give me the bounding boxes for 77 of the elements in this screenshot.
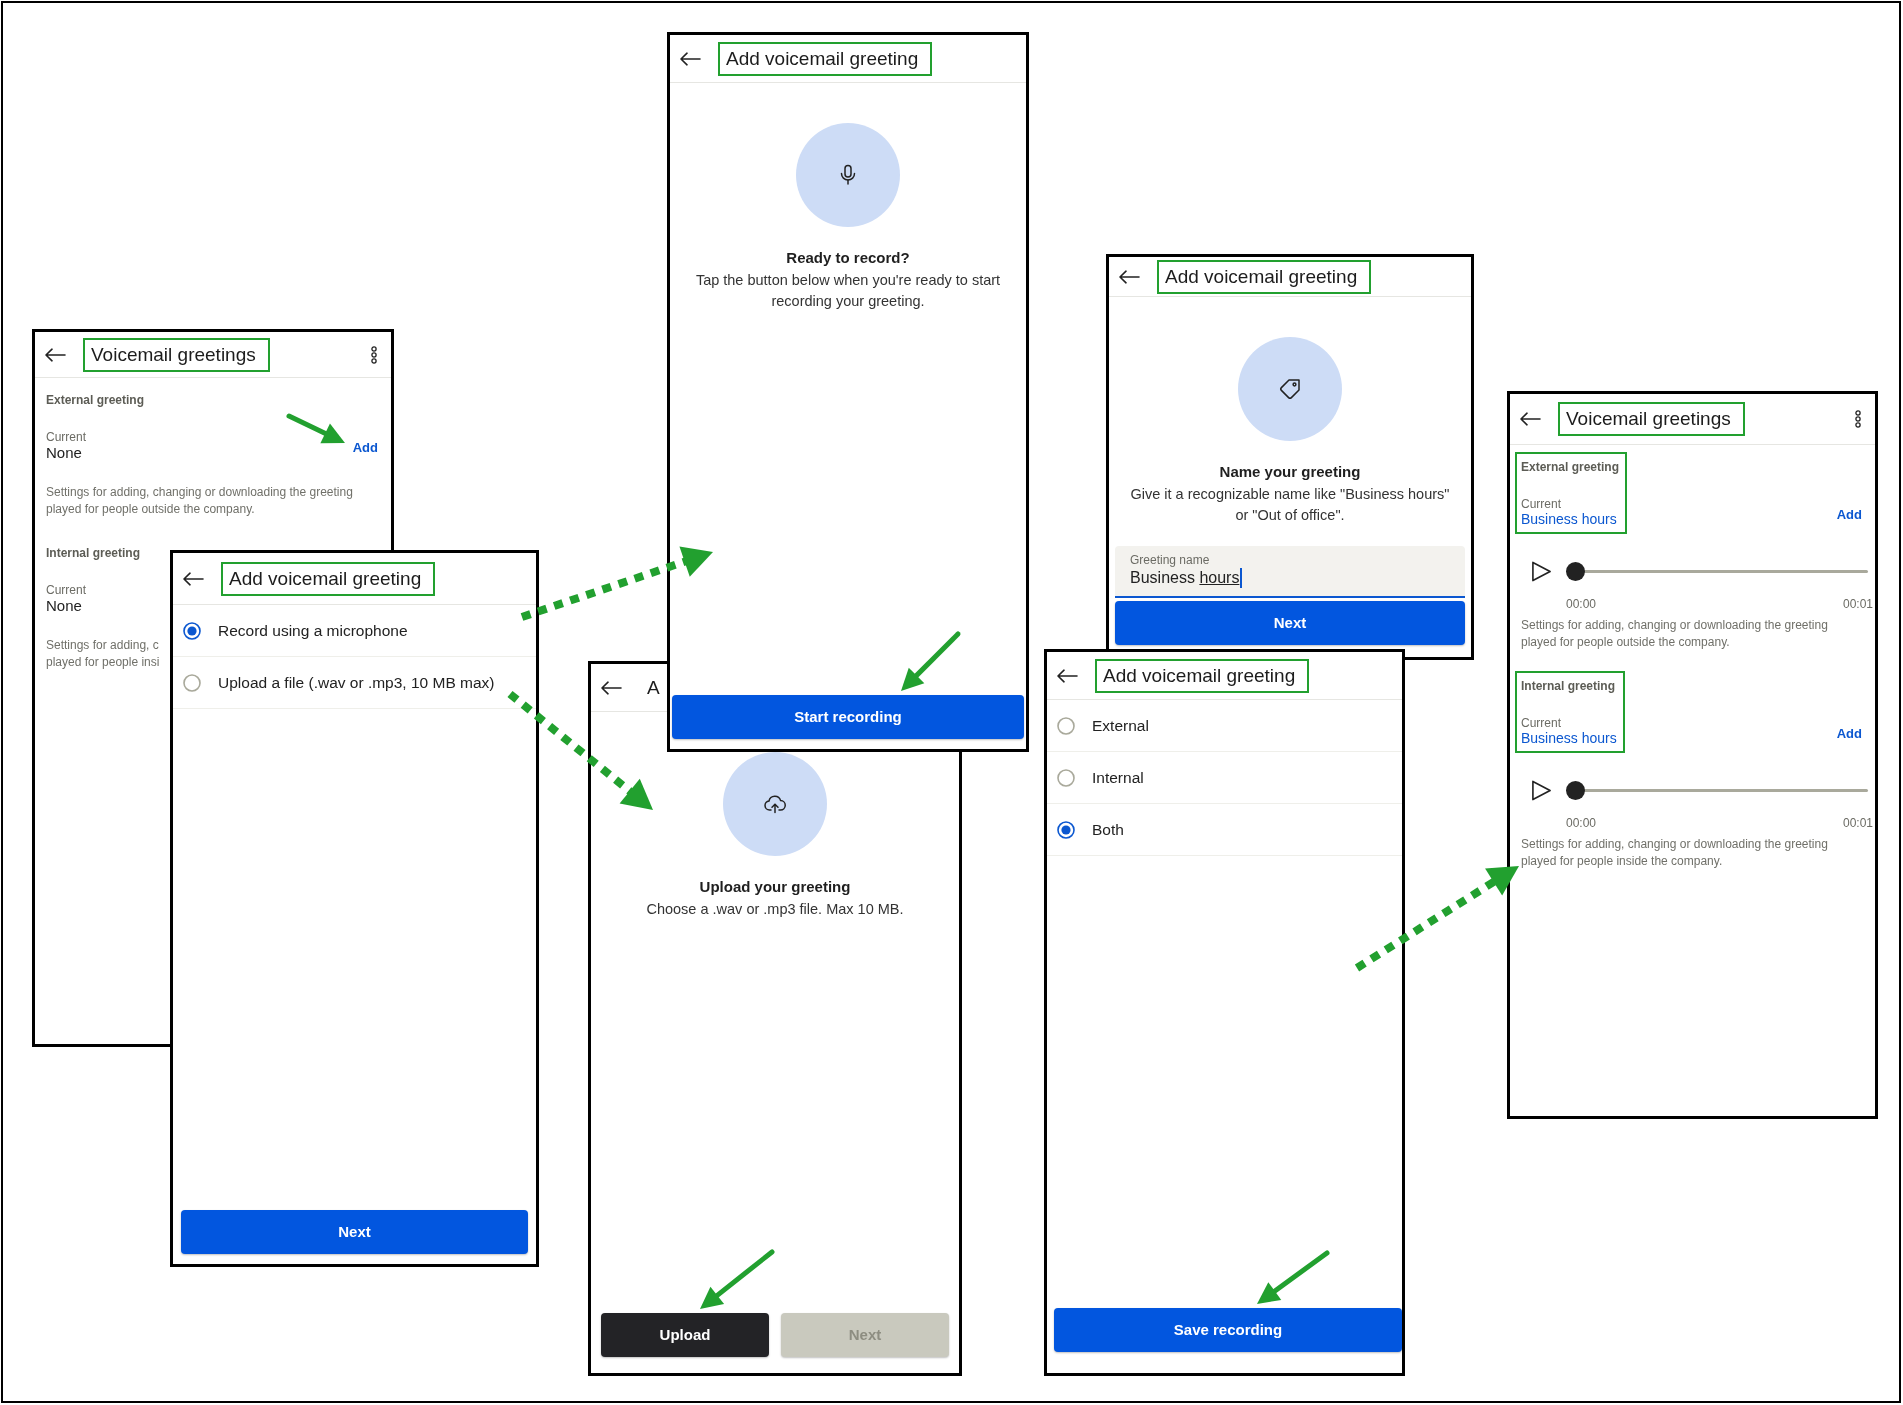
back-icon[interactable] xyxy=(1119,269,1140,284)
slider-thumb[interactable] xyxy=(1566,561,1585,581)
back-icon[interactable] xyxy=(680,51,701,66)
section-description: Settings for adding, changing or downloading the greeting played for people outside the company. xyxy=(1521,617,1829,651)
microphone-icon xyxy=(796,123,900,227)
screen-title: Add voicemail greeting xyxy=(1165,264,1358,289)
section-heading: Internal greeting xyxy=(46,545,140,562)
play-icon[interactable] xyxy=(1531,779,1552,801)
action-link[interactable]: Add xyxy=(1836,507,1862,522)
prompt-text: Tap the button below when you're ready to start recording your greeting. xyxy=(694,271,1002,311)
section-description: Settings for adding, changing or downloading the greeting played for people inside the company. xyxy=(1521,836,1829,870)
screen-title: A xyxy=(647,675,660,700)
primary-button[interactable]: Start recording xyxy=(672,695,1024,739)
arrow-icon xyxy=(901,631,961,691)
time-label: 00:01 xyxy=(1842,816,1873,830)
field-label: Current xyxy=(46,431,87,444)
section-heading: Internal greeting xyxy=(1521,678,1616,695)
dotted-arrow-icon xyxy=(1354,866,1519,972)
greeting-value: None xyxy=(46,597,83,614)
screen-title: Add voicemail greeting xyxy=(1103,663,1296,688)
prompt-text: Give it a recognizable name like "Business hours" or "Out of office". xyxy=(1129,485,1451,525)
back-icon[interactable] xyxy=(601,680,622,695)
radio-icon[interactable] xyxy=(183,621,201,640)
radio-option[interactable]: Record using a microphone xyxy=(183,620,408,641)
field-label: Greeting name xyxy=(1130,553,1210,567)
primary-button[interactable]: Save recording xyxy=(1054,1308,1402,1352)
radio-icon[interactable] xyxy=(1057,716,1075,735)
time-label: 00:01 xyxy=(1842,597,1873,611)
primary-button[interactable]: Next xyxy=(181,1210,528,1254)
screen-title: Add voicemail greeting xyxy=(229,566,422,591)
back-icon[interactable] xyxy=(183,571,204,586)
greeting-value: None xyxy=(46,444,83,461)
action-link[interactable]: Add xyxy=(1836,726,1862,741)
slider-track[interactable] xyxy=(1566,561,1868,581)
back-icon[interactable] xyxy=(45,347,66,362)
radio-option[interactable]: Both xyxy=(1057,819,1124,840)
slider-track[interactable] xyxy=(1566,780,1868,800)
prompt-text: Choose a .wav or .mp3 file. Max 10 MB. xyxy=(645,900,905,919)
prompt-heading: Ready to record? xyxy=(786,248,910,268)
more-options-icon[interactable] xyxy=(1855,410,1861,428)
action-link[interactable]: Add xyxy=(352,440,378,455)
arrow-icon xyxy=(700,1249,775,1309)
dotted-arrow-icon xyxy=(520,546,713,621)
secondary-button[interactable]: Upload xyxy=(601,1313,769,1357)
time-label: 00:00 xyxy=(1566,597,1597,611)
cloud-upload-icon xyxy=(723,752,827,856)
radio-icon[interactable] xyxy=(1057,820,1075,839)
slider-thumb[interactable] xyxy=(1566,780,1585,800)
screen-title: Add voicemail greeting xyxy=(726,46,919,71)
radio-icon[interactable] xyxy=(183,673,201,692)
screen-title: Voicemail greetings xyxy=(1566,407,1731,431)
field-label: Current xyxy=(1521,498,1562,511)
text-field[interactable]: Greeting name Business hours xyxy=(1115,546,1465,598)
more-options-icon[interactable] xyxy=(371,345,377,364)
section-heading: External greeting xyxy=(46,392,145,409)
arrow-icon xyxy=(286,413,345,444)
back-icon[interactable] xyxy=(1057,668,1078,683)
time-label: 00:00 xyxy=(1566,816,1597,830)
radio-option[interactable]: Internal xyxy=(1057,767,1144,788)
greeting-link[interactable]: Business hours xyxy=(1521,511,1620,528)
radio-option[interactable]: Upload a file (.wav or .mp3, 10 MB max) xyxy=(183,672,495,693)
prompt-heading: Name your greeting xyxy=(1219,462,1361,482)
greeting-link[interactable]: Business hours xyxy=(1521,730,1617,747)
screen-title: Voicemail greetings xyxy=(91,342,256,367)
radio-option[interactable]: External xyxy=(1057,715,1149,736)
tag-icon xyxy=(1238,337,1342,441)
field-label: Current xyxy=(46,584,87,597)
back-icon[interactable] xyxy=(1520,412,1541,426)
primary-button[interactable]: Next xyxy=(1115,601,1465,645)
arrow-icon xyxy=(1257,1250,1330,1304)
prompt-heading: Upload your greeting xyxy=(699,877,851,897)
section-description: Settings for adding, changing or downloading the greeting played for people outside the company. xyxy=(46,484,354,518)
radio-icon[interactable] xyxy=(1057,768,1075,787)
field-label: Current xyxy=(1521,717,1562,730)
section-description: Settings for adding, c played for people insi xyxy=(46,637,161,671)
play-icon[interactable] xyxy=(1531,560,1552,582)
section-heading: External greeting xyxy=(1521,459,1620,476)
